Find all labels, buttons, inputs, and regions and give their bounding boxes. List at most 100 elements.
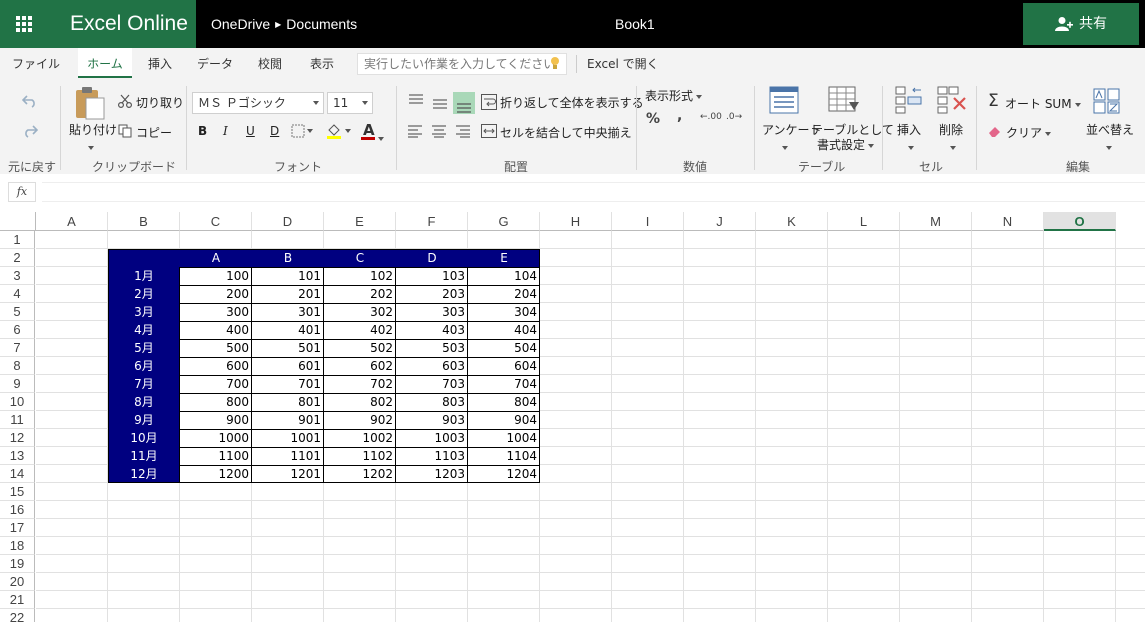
paste-dropdown-icon[interactable] <box>85 140 94 154</box>
tell-me-input[interactable]: 実行したい作業を入力してください <box>357 53 567 75</box>
sort-button[interactable]: 並べ替え <box>1086 121 1134 138</box>
worksheet-grid[interactable]: A B C D E F G H I J K L M N O 1 2 3 4 5 6 7 8 9 10 11 12 13 14 15 16 17… <box>0 212 1145 622</box>
wrap-text-button[interactable]: 折り返して全体を表示する <box>500 94 644 111</box>
tab-home[interactable]: ホーム <box>78 48 132 78</box>
row-header-3[interactable]: 3 <box>0 267 35 285</box>
insert-cells-icon[interactable] <box>895 86 923 114</box>
row-header-4[interactable]: 4 <box>0 285 35 303</box>
column-header-a[interactable]: A <box>36 212 108 231</box>
delete-cells-icon[interactable] <box>937 86 967 114</box>
formula-bar: fx <box>0 174 1145 212</box>
merge-center-button[interactable]: セルを結合して中央揃え <box>500 124 632 141</box>
row-header-11[interactable]: 11 <box>0 411 35 429</box>
row-header-8[interactable]: 8 <box>0 357 35 375</box>
fill-color-icon[interactable] <box>326 122 352 140</box>
underline-button[interactable]: U <box>246 124 255 138</box>
row-header-1[interactable]: 1 <box>0 231 35 249</box>
undo-icon[interactable] <box>22 94 38 108</box>
column-header-i[interactable]: I <box>612 212 684 231</box>
delete-cells-button[interactable]: 削除 <box>939 121 963 138</box>
copy-button[interactable]: コピー <box>136 124 172 141</box>
column-header-l[interactable]: L <box>828 212 900 231</box>
row-header-6[interactable]: 6 <box>0 321 35 339</box>
open-in-excel-button[interactable]: Excel で開く <box>587 48 659 78</box>
insert-cells-button[interactable]: 挿入 <box>897 121 921 138</box>
row-header-21[interactable]: 21 <box>0 591 35 609</box>
font-name-select[interactable]: ＭＳ Ｐゴシック <box>192 92 324 114</box>
row-header-10[interactable]: 10 <box>0 393 35 411</box>
format-as-table-button[interactable]: 書式設定 <box>817 136 875 153</box>
cut-button[interactable]: 切り取り <box>136 94 184 111</box>
cells-group-label: セル <box>919 160 944 174</box>
tab-view[interactable]: 表示 <box>302 48 342 78</box>
column-header-e[interactable]: E <box>324 212 396 231</box>
italic-button[interactable]: I <box>223 124 228 138</box>
percent-button[interactable]: % <box>646 111 660 127</box>
tab-data[interactable]: データ <box>192 48 238 78</box>
formula-input[interactable] <box>42 182 1145 202</box>
row-header-22[interactable]: 22 <box>0 609 35 622</box>
row-header-19[interactable]: 19 <box>0 555 35 573</box>
row-header-17[interactable]: 17 <box>0 519 35 537</box>
menu-tabs: ファイル ホーム 挿入 データ 校閲 表示 <box>0 48 1145 78</box>
font-size-select[interactable]: 11 <box>327 92 373 114</box>
sort-filter-icon[interactable] <box>1093 88 1121 114</box>
row-header-12[interactable]: 12 <box>0 429 35 447</box>
row-header-16[interactable]: 16 <box>0 501 35 519</box>
column-header-h[interactable]: H <box>540 212 612 231</box>
row-header-7[interactable]: 7 <box>0 339 35 357</box>
survey-dropdown-icon[interactable] <box>779 140 788 154</box>
row-header-9[interactable]: 9 <box>0 375 35 393</box>
app-name[interactable]: Excel Online <box>48 0 196 48</box>
tab-review[interactable]: 校閲 <box>250 48 290 78</box>
column-header-g[interactable]: G <box>468 212 540 231</box>
document-title[interactable]: Book1 <box>615 0 655 48</box>
share-button[interactable]: 共有 <box>1023 3 1139 45</box>
column-header-o[interactable]: O <box>1044 212 1116 231</box>
breadcrumb-documents[interactable]: Documents <box>286 16 357 32</box>
borders-icon[interactable] <box>291 124 313 138</box>
paste-label[interactable]: 貼り付け <box>69 121 117 138</box>
tab-insert[interactable]: 挿入 <box>140 48 180 78</box>
comma-button[interactable]: , <box>677 108 682 124</box>
group-separator <box>396 86 397 170</box>
tables-group-label: テーブル <box>798 160 846 174</box>
row-header-20[interactable]: 20 <box>0 573 35 591</box>
column-header-b[interactable]: B <box>108 212 180 231</box>
column-header-k[interactable]: K <box>756 212 828 231</box>
row-header-2[interactable]: 2 <box>0 249 35 267</box>
column-header-m[interactable]: M <box>900 212 972 231</box>
number-format-select[interactable]: 表示形式 <box>645 87 703 104</box>
delete-dropdown-icon[interactable] <box>947 140 956 154</box>
format-as-table-icon[interactable] <box>828 86 860 114</box>
redo-icon[interactable] <box>22 124 38 138</box>
column-header-f[interactable]: F <box>396 212 468 231</box>
insert-dropdown-icon[interactable] <box>905 140 914 154</box>
row-header-14[interactable]: 14 <box>0 465 35 483</box>
tell-me-placeholder: 実行したい作業を入力してください <box>364 57 556 71</box>
tab-file[interactable]: ファイル <box>10 48 62 78</box>
bold-button[interactable]: B <box>198 124 207 138</box>
breadcrumb-onedrive[interactable]: OneDrive <box>211 16 270 32</box>
autosum-button[interactable]: オート SUM <box>1005 95 1081 112</box>
horizontal-align-icons[interactable] <box>407 124 473 138</box>
vertical-align-icons[interactable] <box>407 92 477 114</box>
row-header-15[interactable]: 15 <box>0 483 35 501</box>
column-header-c[interactable]: C <box>180 212 252 231</box>
column-header-n[interactable]: N <box>972 212 1044 231</box>
double-underline-button[interactable]: D <box>270 124 279 138</box>
function-icon[interactable]: fx <box>8 182 36 202</box>
app-launcher-button[interactable] <box>0 0 48 48</box>
survey-icon[interactable] <box>769 86 799 114</box>
decrease-decimal-button[interactable]: .0→ <box>726 112 742 122</box>
clear-button[interactable]: クリア <box>1006 124 1052 141</box>
select-all-corner[interactable] <box>0 212 36 231</box>
column-header-j[interactable]: J <box>684 212 756 231</box>
column-header-d[interactable]: D <box>252 212 324 231</box>
sort-dropdown-icon[interactable] <box>1103 140 1112 154</box>
increase-decimal-button[interactable]: ←.00 <box>700 112 722 122</box>
row-header-5[interactable]: 5 <box>0 303 35 321</box>
row-header-13[interactable]: 13 <box>0 447 35 465</box>
row-header-18[interactable]: 18 <box>0 537 35 555</box>
paste-icon[interactable] <box>74 86 106 120</box>
